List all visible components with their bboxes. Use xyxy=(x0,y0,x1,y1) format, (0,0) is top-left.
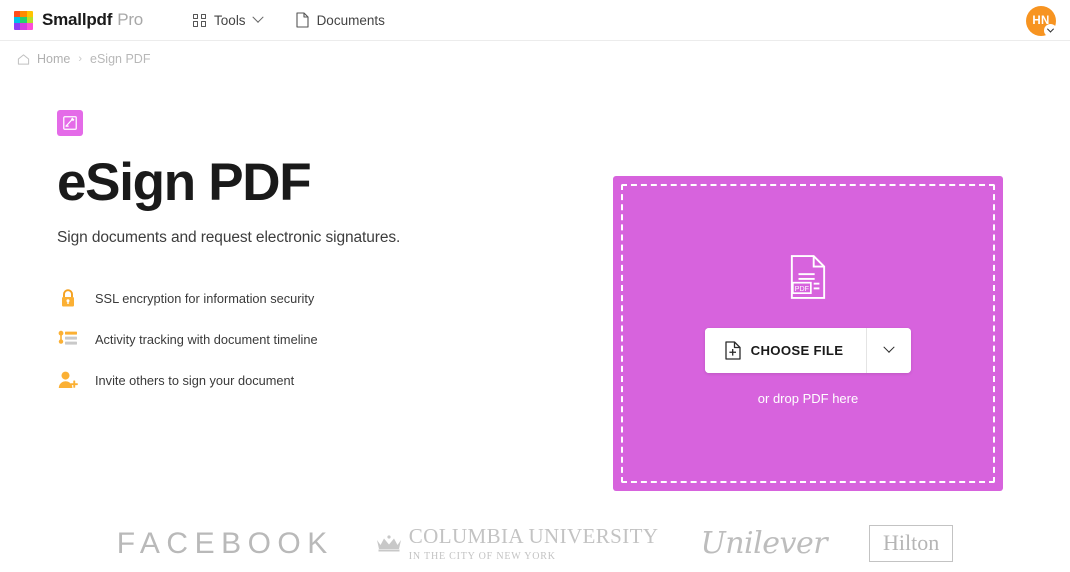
timeline-list-icon xyxy=(57,328,79,351)
main-nav: Tools Documents xyxy=(193,11,385,28)
home-icon xyxy=(17,53,30,65)
svg-text:PDF: PDF xyxy=(795,284,810,292)
logo-columbia-university: COLUMBIA UNIVERSITY IN THE CITY OF NEW Y… xyxy=(376,524,659,562)
feature-label: Activity tracking with document timeline xyxy=(95,331,318,347)
choose-file-label: CHOOSE FILE xyxy=(750,342,844,358)
document-plus-icon xyxy=(724,340,741,360)
choose-file-group: CHOOSE FILE xyxy=(704,327,912,373)
document-icon xyxy=(296,12,309,28)
brand-suffix: Pro xyxy=(117,10,144,29)
feature-label: SSL encryption for information security xyxy=(95,290,315,306)
lock-icon xyxy=(57,287,79,310)
breadcrumb-home[interactable]: Home xyxy=(37,52,70,66)
signature-icon xyxy=(63,116,77,130)
choose-file-dropdown-button[interactable] xyxy=(866,327,912,373)
feature-item: Invite others to sign your document xyxy=(57,369,560,392)
chevron-down-icon xyxy=(883,341,896,353)
breadcrumb-separator: › xyxy=(78,53,83,65)
smallpdf-logo-icon xyxy=(14,10,33,30)
choose-file-button[interactable]: CHOOSE FILE xyxy=(704,327,867,373)
nav-item-documents[interactable]: Documents xyxy=(296,12,385,28)
drop-hint-text: or drop PDF here xyxy=(757,390,859,406)
nav-item-documents-label: Documents xyxy=(316,12,385,28)
brand-logo[interactable]: Smallpdf Pro xyxy=(14,10,143,30)
person-add-icon xyxy=(57,369,79,392)
chevron-down-icon xyxy=(251,11,264,23)
grid-icon xyxy=(193,13,207,27)
tool-info-panel: eSign PDF Sign documents and request ele… xyxy=(0,110,560,466)
esign-badge-icon xyxy=(57,110,83,136)
user-menu[interactable]: HN xyxy=(1026,6,1057,37)
logo-facebook: FACEBOOK xyxy=(116,526,334,560)
breadcrumb-current: eSign PDF xyxy=(90,52,151,66)
feature-item: Activity tracking with document timeline xyxy=(57,328,560,351)
file-dropzone[interactable]: PDF CHOOSE FILE or drop PDF here xyxy=(613,176,1003,491)
app-header: Smallpdf Pro Tools Documents HN xyxy=(0,0,1070,41)
logo-unilever: Unilever xyxy=(700,526,828,561)
logo-columbia-main: COLUMBIA UNIVERSITY xyxy=(408,524,659,549)
page-subtitle: Sign documents and request electronic si… xyxy=(57,228,401,246)
nav-item-tools[interactable]: Tools xyxy=(193,11,264,28)
avatar-chevron-down-icon[interactable] xyxy=(1044,24,1057,37)
feature-item: SSL encryption for information security xyxy=(57,287,560,310)
feature-list: SSL encryption for information security … xyxy=(57,287,560,392)
brand-name: Smallpdf xyxy=(42,10,113,29)
pdf-document-icon: PDF xyxy=(790,254,826,299)
logo-hilton: Hilton xyxy=(869,525,954,562)
partner-logos: FACEBOOK COLUMBIA UNIVERSITY IN THE CITY… xyxy=(0,525,1070,562)
feature-label: Invite others to sign your document xyxy=(95,372,295,388)
nav-item-tools-label: Tools xyxy=(214,12,246,28)
breadcrumb: Home › eSign PDF xyxy=(0,41,1070,66)
main-content: eSign PDF Sign documents and request ele… xyxy=(0,66,1070,491)
page-title: eSign PDF xyxy=(57,153,312,212)
dropzone-inner: PDF CHOOSE FILE or drop PDF here xyxy=(621,184,995,483)
crown-icon xyxy=(376,535,401,552)
logo-columbia-sub: IN THE CITY OF NEW YORK xyxy=(408,550,556,562)
